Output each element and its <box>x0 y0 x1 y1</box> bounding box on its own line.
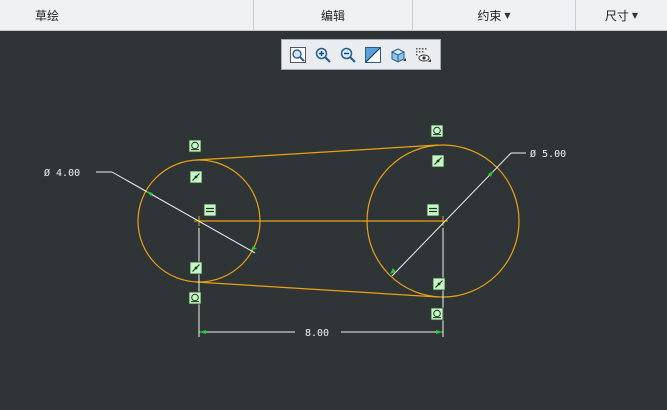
tab-edit-label: 编辑 <box>320 9 345 23</box>
tangent-constraint-icon[interactable] <box>188 291 202 305</box>
left-diameter-value[interactable]: Ø 4.00 <box>44 167 80 179</box>
point-on-entity-constraint-icon[interactable] <box>431 154 445 168</box>
center-distance-dimension[interactable]: 8.00 <box>198 228 444 339</box>
tab-constrain-label: 约束 <box>477 9 502 23</box>
tab-edit[interactable]: 编辑 <box>254 0 413 31</box>
left-diameter-dimension[interactable]: Ø 4.00 <box>44 167 257 254</box>
tab-sketch-label: 草绘 <box>35 9 60 23</box>
right-diameter-value[interactable]: Ø 5.00 <box>530 148 566 160</box>
ribbon-tabs: 草绘 编辑 约束 ▼ 尺寸 ▼ <box>0 0 667 31</box>
center-distance-value[interactable]: 8.00 <box>305 328 329 339</box>
chevron-down-icon: ▼ <box>504 11 511 20</box>
tab-sketch[interactable]: 草绘 <box>0 0 254 31</box>
horizontal-constraint-icon[interactable] <box>426 203 440 217</box>
dimension-arrow <box>146 191 153 196</box>
tangent-constraint-icon[interactable] <box>188 139 202 153</box>
dimension-arrow <box>436 330 443 334</box>
tangent-constraint-icon[interactable] <box>430 307 444 321</box>
right-center-point[interactable] <box>438 216 448 226</box>
horizontal-constraint-icon[interactable] <box>203 203 217 217</box>
dimension-arrow <box>199 330 206 334</box>
point-on-entity-constraint-icon[interactable] <box>189 261 203 275</box>
sketch-canvas[interactable]: Ø 4.00 Ø 5.00 8.00 <box>0 31 667 410</box>
tab-constrain[interactable]: 约束 ▼ <box>413 0 576 31</box>
tab-dimension-label: 尺寸 <box>604 9 629 23</box>
point-on-entity-constraint-icon[interactable] <box>189 170 203 184</box>
point-on-entity-constraint-icon[interactable] <box>432 277 446 291</box>
right-diameter-dimension[interactable]: Ø 5.00 <box>390 148 566 277</box>
tangent-constraint-icon[interactable] <box>430 124 444 138</box>
chevron-down-icon: ▼ <box>631 11 639 20</box>
tab-dimension[interactable]: 尺寸 ▼ <box>576 0 667 31</box>
